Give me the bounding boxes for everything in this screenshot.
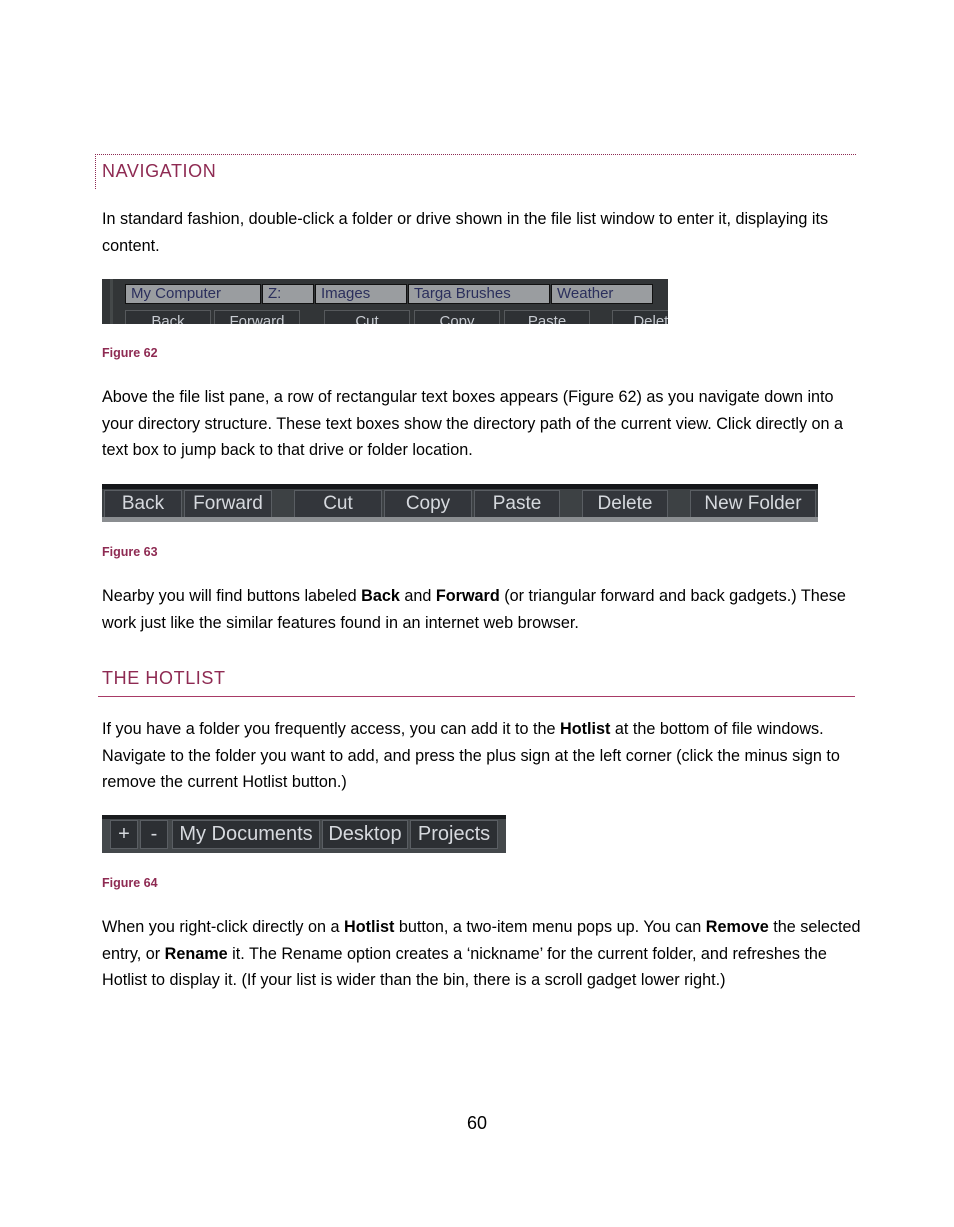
page-number: 60 <box>466 1113 488 1133</box>
path-box-my-computer[interactable]: My Computer <box>125 284 261 304</box>
paste-button[interactable]: Paste <box>504 310 590 324</box>
new-folder-button[interactable]: New Folder <box>690 490 816 518</box>
path-box-targa-brushes[interactable]: Targa Brushes <box>408 284 550 304</box>
path-box-z-drive[interactable]: Z: <box>262 284 314 304</box>
toolbar-top-edge <box>102 484 818 489</box>
hotlist-menu-paragraph: When you right-click directly on a Hotli… <box>102 914 862 994</box>
cut-button[interactable]: Cut <box>294 490 382 518</box>
forward-button[interactable]: Forward <box>214 310 300 324</box>
bold-term-back: Back <box>361 587 400 605</box>
hotlist-intro-paragraph: If you have a folder you frequently acce… <box>102 716 862 796</box>
delete-button[interactable]: Delete <box>612 310 668 324</box>
forward-button[interactable]: Forward <box>184 490 272 518</box>
hotlist-item-my-documents[interactable]: My Documents <box>172 820 320 849</box>
navigation-intro-paragraph: In standard fashion, double-click a fold… <box>102 210 829 255</box>
figure-64-hotlist-bar: + - My Documents Desktop Projects <box>102 815 506 853</box>
panel-edge <box>110 279 113 324</box>
hotlist-top-edge <box>102 815 506 819</box>
bold-term-forward: Forward <box>435 587 500 605</box>
text-run: If you have a folder you frequently acce… <box>102 720 561 738</box>
toolbar-bottom-edge <box>102 517 818 522</box>
document-page: NAVIGATION In standard fashion, double-c… <box>0 0 954 1227</box>
hotlist-item-projects[interactable]: Projects <box>410 820 498 849</box>
path-box-images[interactable]: Images <box>315 284 407 304</box>
cut-button[interactable]: Cut <box>324 310 410 324</box>
hotlist-item-desktop[interactable]: Desktop <box>322 820 408 849</box>
back-forward-paragraph: Nearby you will find buttons labeled Bac… <box>102 583 862 636</box>
bold-term-remove: Remove <box>705 918 769 936</box>
paste-button[interactable]: Paste <box>474 490 560 518</box>
path-boxes-paragraph: Above the file list pane, a row of recta… <box>102 388 844 460</box>
bold-term-rename: Rename <box>164 944 228 963</box>
text-run: and <box>399 587 436 605</box>
remove-hotlist-button[interactable]: - <box>140 820 168 849</box>
heading-underline <box>98 696 855 697</box>
text-run: When you right-click directly on a <box>102 918 345 936</box>
delete-button[interactable]: Delete <box>582 490 668 518</box>
figure-62-path-bar: My Computer Z: Images Targa Brushes Weat… <box>102 279 668 324</box>
text-run: Nearby you will find buttons labeled <box>102 587 362 605</box>
back-button[interactable]: Back <box>104 490 182 518</box>
bold-term-hotlist: Hotlist <box>560 720 611 738</box>
figure-63-toolbar: Back Forward Cut Copy Paste Delete New F… <box>102 484 818 522</box>
figure-64-caption: Figure 64 <box>102 876 158 890</box>
bold-term-hotlist: Hotlist <box>344 918 395 936</box>
text-run: button, a two-item menu pops up. You can <box>394 918 706 936</box>
copy-button[interactable]: Copy <box>414 310 500 324</box>
figure-63-caption: Figure 63 <box>102 545 158 559</box>
path-box-weather[interactable]: Weather <box>551 284 653 304</box>
add-hotlist-button[interactable]: + <box>110 820 138 849</box>
back-button[interactable]: Back <box>125 310 211 324</box>
copy-button[interactable]: Copy <box>384 490 472 518</box>
navigation-heading: NAVIGATION <box>102 161 217 181</box>
hotlist-heading: THE HOTLIST <box>102 668 226 688</box>
figure-62-caption: Figure 62 <box>102 346 158 360</box>
